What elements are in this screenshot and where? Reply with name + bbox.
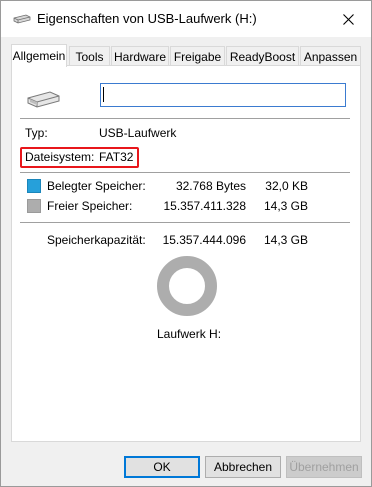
used-space-label: Belegter Speicher: — [47, 179, 146, 193]
drive-letter-label: Laufwerk H: — [157, 327, 222, 341]
free-space-bytes: 15.357.411.328 — [163, 199, 246, 213]
used-space-size: 32,0 KB — [265, 179, 308, 193]
tab-readyboost[interactable]: ReadyBoost — [226, 46, 299, 66]
separator — [20, 118, 350, 119]
close-button[interactable] — [325, 1, 371, 37]
type-value: USB-Laufwerk — [99, 126, 177, 140]
separator — [20, 172, 350, 173]
window-title: Eigenschaften von USB-Laufwerk (H:) — [37, 11, 257, 26]
type-label: Typ: — [25, 126, 48, 140]
capacity-label: Speicherkapazität: — [47, 233, 146, 247]
tab-freigabe[interactable]: Freigabe — [170, 46, 225, 66]
tab-anpassen[interactable]: Anpassen — [300, 46, 361, 66]
used-space-bytes: 32.768 Bytes — [175, 179, 246, 193]
cancel-button[interactable]: Abbrechen — [205, 456, 281, 478]
free-space-size: 14,3 GB — [263, 199, 308, 213]
disk-usage-donut — [157, 256, 217, 316]
tab-tools[interactable]: Tools — [69, 46, 110, 66]
apply-button[interactable]: Übernehmen — [286, 456, 362, 478]
separator — [20, 222, 350, 223]
title-bar[interactable]: Eigenschaften von USB-Laufwerk (H:) — [1, 1, 371, 37]
usb-drive-icon — [27, 91, 60, 108]
ok-button[interactable]: OK — [124, 456, 200, 478]
usb-drive-icon — [13, 14, 31, 24]
free-space-label: Freier Speicher: — [47, 199, 133, 213]
properties-dialog: Eigenschaften von USB-Laufwerk (H:) Allg… — [0, 0, 372, 487]
free-space-ring — [157, 256, 217, 316]
general-panel: Typ: USB-Laufwerk Dateisystem: FAT32 Bel… — [11, 65, 361, 442]
used-space-swatch — [27, 179, 41, 193]
tab-allgemein[interactable]: Allgemein — [11, 44, 67, 67]
capacity-bytes: 15.357.444.096 — [162, 233, 246, 247]
free-space-swatch — [27, 199, 41, 213]
filesystem-highlight-box — [20, 147, 139, 168]
drive-name-input[interactable] — [100, 83, 346, 107]
capacity-size: 14,3 GB — [263, 233, 308, 247]
close-icon — [342, 13, 354, 25]
tab-hardware[interactable]: Hardware — [111, 46, 169, 66]
text-caret — [103, 87, 104, 102]
